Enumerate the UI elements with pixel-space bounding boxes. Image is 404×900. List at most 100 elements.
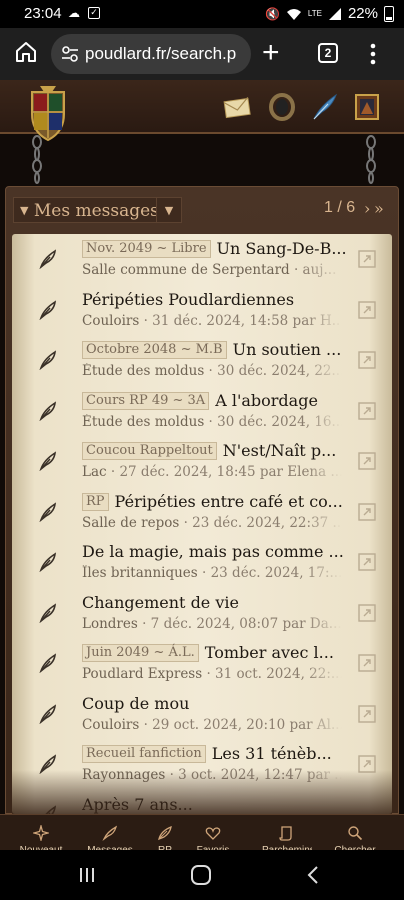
go-to-post-icon[interactable] <box>358 300 376 319</box>
topic-title[interactable]: Péripéties Poudlardiennes <box>82 290 294 309</box>
home-icon[interactable] <box>14 40 38 64</box>
url-text[interactable]: poudlard.fr/search.p <box>85 44 245 64</box>
topic-forum-link[interactable]: Salle de repos <box>82 515 179 531</box>
topic-row[interactable]: Coup de mou Couloirs · 29 oct. 2024, 20:1… <box>12 689 392 739</box>
topic-title-line[interactable]: Péripéties Poudlardiennes <box>82 290 352 312</box>
quill-icon <box>38 501 58 522</box>
quill-icon <box>38 350 58 371</box>
recent-apps-icon[interactable] <box>78 866 96 884</box>
quill-icon <box>38 653 58 674</box>
go-to-post-icon[interactable] <box>358 704 376 723</box>
go-to-post-icon[interactable] <box>358 351 376 369</box>
topic-date-author: · 29 oct. 2024, 20:10 par Al... <box>139 716 342 733</box>
topic-row[interactable]: Changement de vie Londres · 7 déc. 2024, … <box>12 588 392 638</box>
status-bar: 23:04 ☁ ✓ 🔇 LTE 22% <box>0 0 404 28</box>
go-to-post-icon[interactable] <box>358 502 376 521</box>
topic-title-line[interactable]: Coucou Rappeltout N'est/Naît p... <box>82 441 352 463</box>
topic-forum-link[interactable]: Îles britanniques <box>82 565 198 581</box>
topic-forum-link[interactable]: Couloirs <box>82 313 139 329</box>
topic-title-line[interactable]: RP Péripéties entre café et co... <box>82 492 352 514</box>
go-to-post-icon[interactable] <box>358 452 376 470</box>
topic-forum-link[interactable]: Londres <box>82 616 138 632</box>
ring-icon[interactable] <box>267 92 297 122</box>
address-bar[interactable]: poudlard.fr/search.p <box>51 34 251 74</box>
topic-date-author: · 30 déc. 2024, 16... <box>204 413 342 430</box>
topic-title[interactable]: Péripéties entre café et co... <box>115 492 343 511</box>
topic-forum-link[interactable]: Salle commune de Serpentard <box>82 262 290 278</box>
topic-meta: Salle commune de Serpentard · auj... <box>82 262 342 278</box>
quill-icon <box>38 703 58 724</box>
topic-row[interactable]: Nov. 2049 ~ Libre Un Sang-De-B... Salle co… <box>12 234 392 284</box>
topic-title[interactable]: Tomber avec l... <box>205 643 334 662</box>
topic-title[interactable]: Coup de mou <box>82 694 189 713</box>
my-messages-button[interactable]: ▼ Mes messages <box>13 197 166 223</box>
go-to-post-icon[interactable] <box>358 654 376 672</box>
system-navigation-bar <box>0 850 404 900</box>
topic-meta: Étude des moldus · 30 déc. 2024, 16... <box>82 414 342 430</box>
topic-forum-link[interactable]: Étude des moldus <box>82 363 204 379</box>
go-to-post-icon[interactable] <box>358 603 376 622</box>
nav-item-messages[interactable]: Messages <box>85 815 135 856</box>
topic-title[interactable]: De la magie, mais pas comme ... <box>82 542 344 561</box>
topic-title-line[interactable]: Coup de mou <box>82 694 352 716</box>
nav-item-rp[interactable]: RP <box>140 815 190 856</box>
topic-title-line[interactable]: Nov. 2049 ~ Libre Un Sang-De-B... <box>82 239 352 261</box>
filter-dropdown-button[interactable]: ▼ <box>156 197 182 223</box>
chain-right-decoration <box>366 135 376 184</box>
new-tab-icon[interactable]: + <box>262 36 280 70</box>
topic-title[interactable]: Changement de vie <box>82 593 239 612</box>
topic-date-author: · 7 déc. 2024, 08:07 par Da... <box>137 615 342 632</box>
topic-meta: Salle de repos · 23 déc. 2024, 22:37 ... <box>82 515 342 531</box>
topic-forum-link[interactable]: Couloirs <box>82 717 139 733</box>
topic-date-author: · 23 déc. 2024, 17:... <box>197 565 342 581</box>
topic-title-line[interactable]: Cours RP 49 ~ 3A A l'abordage <box>82 391 352 413</box>
topic-title-line[interactable]: Juin 2049 ~ Á.L. Tomber avec l... <box>82 643 352 665</box>
topic-forum-link[interactable]: Poudlard Express <box>82 666 202 682</box>
topic-tag: Nov. 2049 ~ Libre <box>82 240 211 258</box>
back-nav-icon[interactable] <box>306 865 320 885</box>
topic-date-author: · 23 déc. 2024, 22:37 ... <box>179 514 342 531</box>
topic-title-line[interactable]: Changement de vie <box>82 593 352 615</box>
last-page-button[interactable]: » <box>374 199 384 218</box>
nav-item-favoris[interactable]: Favoris <box>188 815 238 856</box>
list-fade <box>12 770 392 814</box>
next-page-button[interactable]: › <box>364 199 370 218</box>
topic-row[interactable]: Péripéties Poudlardiennes Couloirs · 31 d… <box>12 285 392 335</box>
topic-row[interactable]: RP Péripéties entre café et co... Salle de… <box>12 487 392 537</box>
browser-toolbar: poudlard.fr/search.p + 2 <box>0 28 404 80</box>
topic-title-line[interactable]: Recueil fanfiction Les 31 ténèb... <box>82 744 352 766</box>
quill-icon <box>38 451 58 472</box>
topic-title[interactable]: N'est/Naît p... <box>223 441 337 460</box>
home-nav-icon[interactable] <box>190 864 212 886</box>
nav-item-parchemins[interactable]: Parchemins <box>262 815 312 856</box>
portrait-frame-icon[interactable] <box>352 92 382 122</box>
quill-icon <box>38 602 58 623</box>
topic-title[interactable]: Un Sang-De-B... <box>217 239 347 258</box>
go-to-post-icon[interactable] <box>358 401 376 420</box>
go-to-post-icon[interactable] <box>358 250 376 268</box>
topic-title[interactable]: Un soutien ... <box>233 340 342 359</box>
topic-forum-link[interactable]: Lac <box>82 464 107 480</box>
topic-row[interactable]: Juin 2049 ~ Á.L. Tomber avec l... Poudlard… <box>12 638 392 688</box>
topic-title-line[interactable]: Octobre 2048 ~ M.B Un soutien ... <box>82 340 352 362</box>
nav-item-nouveaut[interactable]: Nouveaut <box>16 815 66 856</box>
topic-meta: Poudlard Express · 31 oct. 2024, 22:... <box>82 666 342 682</box>
topic-row[interactable]: Octobre 2048 ~ M.B Un soutien ... Étude de… <box>12 335 392 385</box>
nav-item-chercher[interactable]: Chercher <box>330 815 380 856</box>
topic-row[interactable]: Coucou Rappeltout N'est/Naît p... Lac · 27… <box>12 436 392 486</box>
quill-feather-icon[interactable] <box>310 92 340 122</box>
topic-forum-link[interactable]: Étude des moldus <box>82 414 204 430</box>
topic-meta: Couloirs · 29 oct. 2024, 20:10 par Al... <box>82 717 342 733</box>
topic-title[interactable]: A l'abordage <box>215 391 318 410</box>
topic-title-line[interactable]: De la magie, mais pas comme ... <box>82 542 352 564</box>
topic-title[interactable]: Les 31 ténèb... <box>212 744 332 763</box>
topic-tag: Octobre 2048 ~ M.B <box>82 341 227 359</box>
overflow-menu-icon[interactable] <box>370 42 376 66</box>
checkbox-notification-icon: ✓ <box>88 7 100 19</box>
site-settings-icon[interactable] <box>61 45 79 63</box>
tab-switcher-button[interactable]: 2 <box>318 43 338 63</box>
topic-row[interactable]: De la magie, mais pas comme ... Îles brit… <box>12 537 392 587</box>
topic-row[interactable]: Cours RP 49 ~ 3A A l'abordage Étude des mo… <box>12 386 392 436</box>
envelope-icon[interactable] <box>222 92 252 122</box>
go-to-post-icon[interactable] <box>358 553 376 571</box>
